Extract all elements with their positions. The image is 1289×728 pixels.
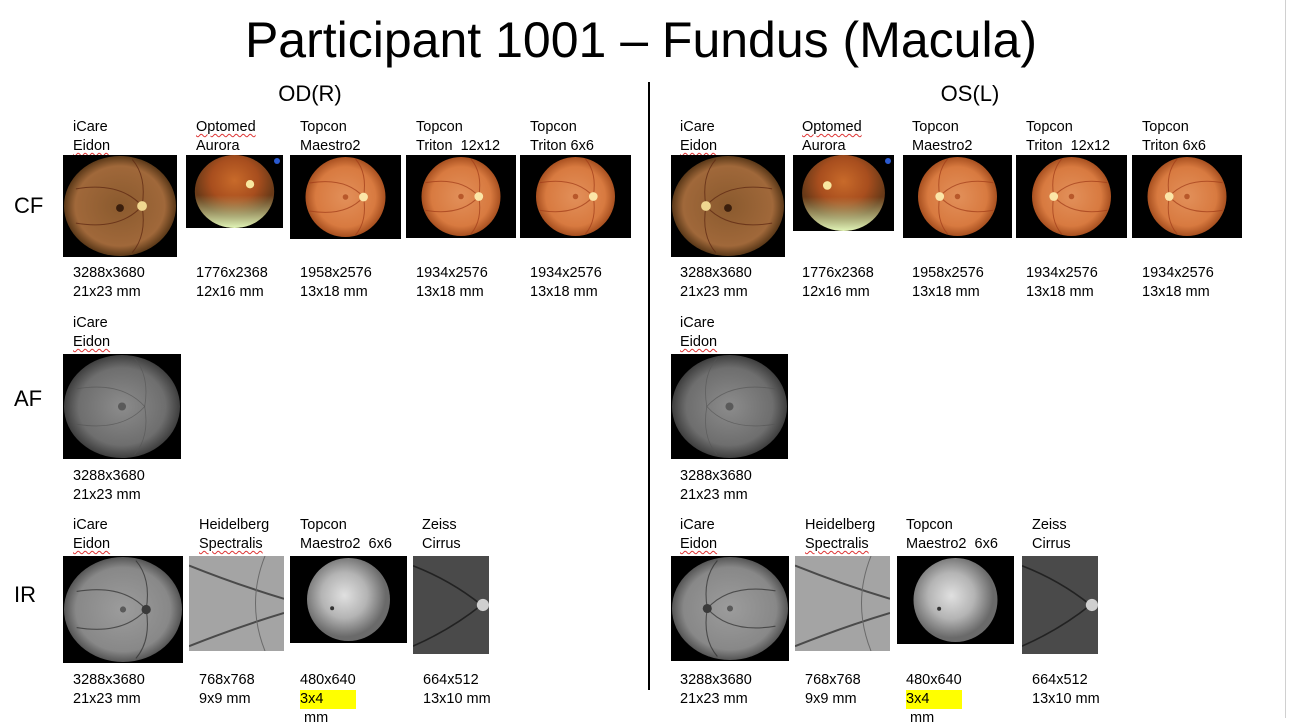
fundus-image [290, 556, 407, 643]
device-label: iCare Eidon [680, 517, 718, 552]
device-label: Topcon Triton 6x6 [1142, 119, 1206, 154]
device-label: iCare Eidon [680, 119, 718, 154]
fundus-image [186, 155, 283, 228]
fundus-image [290, 155, 401, 239]
fundus-image [520, 155, 631, 238]
image-specs: 1958x2576 13x18 mm [300, 265, 372, 300]
device-label: Heidelberg Spectralis [199, 517, 270, 552]
image-specs: 480x640 3x4 mm [300, 672, 356, 726]
device-label: Zeiss Cirrus [422, 517, 461, 552]
device-label: Topcon Maestro2 [912, 119, 973, 154]
image-specs: 768x768 9x9 mm [805, 672, 861, 707]
fundus-image [1132, 155, 1242, 238]
image-specs: 1934x2576 13x18 mm [1026, 265, 1098, 300]
image-specs: 664x512 13x10 mm [423, 672, 491, 707]
device-label: Topcon Maestro2 6x6 [300, 517, 392, 552]
device-label: iCare Eidon [73, 517, 111, 552]
fundus-image [793, 155, 894, 231]
device-label: iCare Eidon [680, 315, 718, 350]
fundus-image [671, 556, 789, 661]
fundus-image [63, 155, 177, 257]
image-specs: 3288x3680 21x23 mm [680, 468, 752, 503]
fundus-image [671, 155, 785, 257]
slide-edge [1285, 0, 1286, 718]
highlighted-size: 3x4 [300, 690, 356, 709]
highlighted-size: 3x4 [906, 690, 962, 709]
row-label-af: AF [14, 386, 43, 411]
image-specs: 1776x2368 12x16 mm [802, 265, 874, 300]
image-specs: 1958x2576 13x18 mm [912, 265, 984, 300]
device-label: iCare Eidon [73, 119, 111, 154]
device-label: Optomed Aurora [802, 119, 862, 154]
device-label: Topcon Triton 12x12 [416, 119, 501, 154]
eye-divider [648, 82, 650, 690]
device-label: Topcon Maestro2 [300, 119, 361, 154]
image-specs: 3288x3680 21x23 mm [73, 265, 145, 300]
fundus-image [63, 556, 183, 663]
fundus-image [671, 354, 788, 459]
fundus-image [406, 155, 516, 238]
row-label-ir: IR [14, 582, 36, 607]
fundus-image [897, 556, 1014, 644]
image-specs: 1776x2368 12x16 mm [196, 265, 268, 300]
image-specs: 3288x3680 21x23 mm [680, 672, 752, 707]
image-specs: 768x768 9x9 mm [199, 672, 255, 707]
image-specs: 3288x3680 21x23 mm [680, 265, 752, 300]
row-label-cf: CF [14, 193, 44, 218]
device-label: Optomed Aurora [196, 119, 256, 154]
image-specs: 3288x3680 21x23 mm [73, 468, 145, 503]
image-specs: 480x640 3x4 mm [906, 672, 962, 726]
image-specs: 1934x2576 13x18 mm [530, 265, 602, 300]
fundus-image [189, 556, 284, 651]
od-eye-label: OD(R) [278, 81, 342, 106]
device-label: Topcon Triton 12x12 [1026, 119, 1111, 154]
fundus-image [63, 354, 181, 459]
os-eye-label: OS(L) [940, 81, 1000, 106]
fundus-image [413, 556, 489, 654]
fundus-image [1022, 556, 1098, 654]
device-label: Topcon Triton 6x6 [530, 119, 594, 154]
device-label: Zeiss Cirrus [1032, 517, 1071, 552]
fundus-image [1016, 155, 1127, 238]
image-specs: 664x512 13x10 mm [1032, 672, 1100, 707]
slide-title: Participant 1001 – Fundus (Macula) [244, 12, 1038, 68]
fundus-image [903, 155, 1012, 238]
device-label: Heidelberg Spectralis [805, 517, 876, 552]
image-specs: 1934x2576 13x18 mm [416, 265, 488, 300]
image-specs: 1934x2576 13x18 mm [1142, 265, 1214, 300]
fundus-image [795, 556, 890, 651]
image-specs: 3288x3680 21x23 mm [73, 672, 145, 707]
device-label: Topcon Maestro2 6x6 [906, 517, 998, 552]
device-label: iCare Eidon [73, 315, 111, 350]
